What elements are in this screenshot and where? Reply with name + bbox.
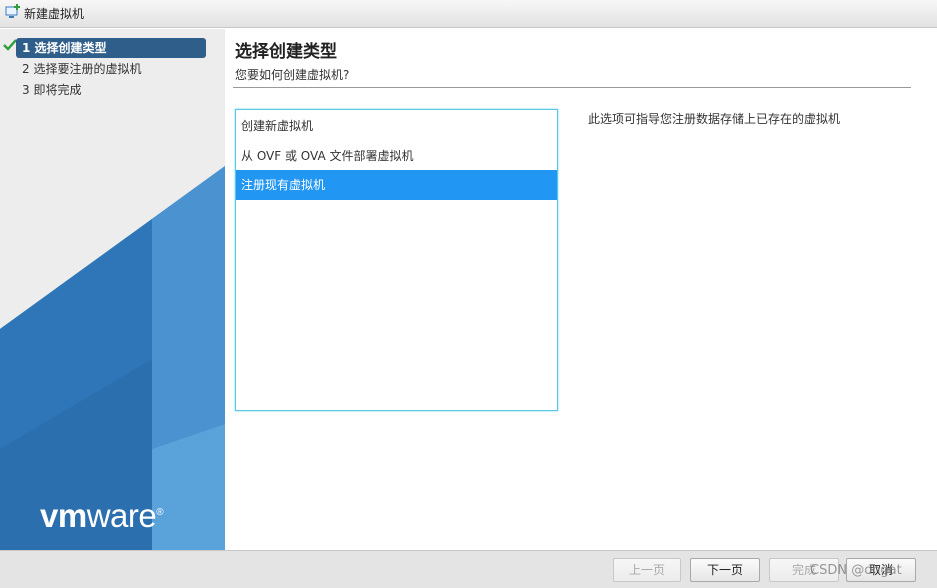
vmware-logo-vm: vm [40,497,87,534]
step-select-vm-to-register[interactable]: 2 选择要注册的虚拟机 [16,59,206,79]
page-title: 选择创建类型 [235,42,337,62]
check-icon [3,39,17,51]
back-button[interactable]: 上一页 [613,558,681,582]
sidebar-background [0,166,225,550]
window-title: 新建虚拟机 [24,7,85,21]
new-vm-icon [5,4,20,18]
option-create-new-vm[interactable]: 创建新虚拟机 [236,111,557,141]
step-select-creation-type[interactable]: 1 选择创建类型 [16,38,206,58]
vmware-logo: vmware® [40,497,164,535]
step-ready-to-complete[interactable]: 3 即将完成 [16,80,206,100]
next-button[interactable]: 下一页 [690,558,760,582]
vmware-logo-ware: ware [86,497,157,534]
option-deploy-from-ovf-ova[interactable]: 从 OVF 或 OVA 文件部署虚拟机 [236,141,557,171]
option-register-existing-vm[interactable]: 注册现有虚拟机 [236,170,557,200]
title-divider [233,87,911,88]
watermark: CSDN @ongat [810,563,902,578]
creation-type-list[interactable]: 创建新虚拟机 从 OVF 或 OVA 文件部署虚拟机 注册现有虚拟机 [235,109,558,411]
title-bar: 新建虚拟机 [0,0,937,28]
option-description: 此选项可指导您注册数据存储上已存在的虚拟机 [588,112,841,126]
wizard-sidebar: 1 选择创建类型 2 选择要注册的虚拟机 3 即将完成 vmware® [0,29,225,550]
page-subtitle: 您要如何创建虚拟机? [235,68,350,82]
registered-mark: ® [156,507,164,518]
